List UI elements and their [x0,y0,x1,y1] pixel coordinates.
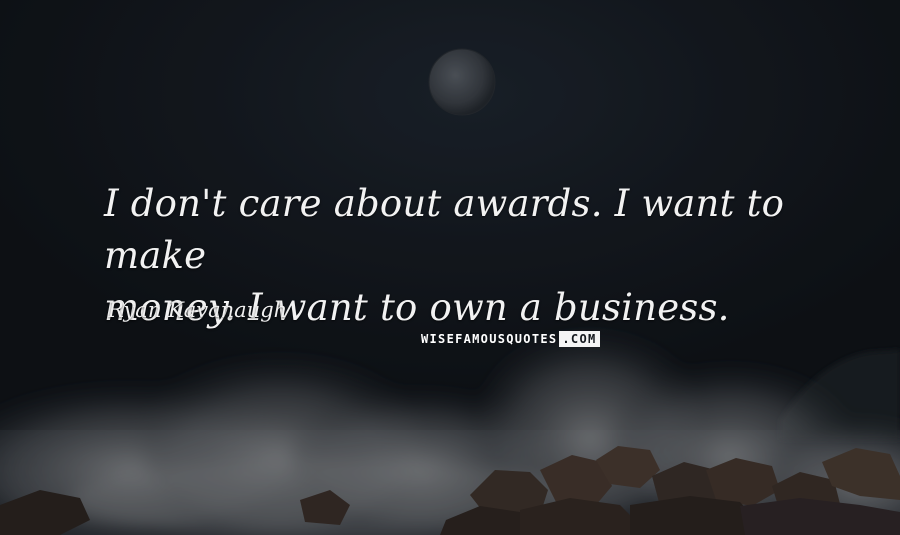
quote-line-1: I don't care about awards. I want to mak… [104,182,785,277]
quote-image: I don't care about awards. I want to mak… [0,0,900,535]
watermark-logo: WISEFAMOUSQUOTES .COM [420,331,600,347]
watermark-domain: .COM [559,331,600,347]
watermark-text: WISEFAMOUSQUOTES [421,332,558,346]
quote-author: Ryan Kavanaugh [108,298,288,322]
